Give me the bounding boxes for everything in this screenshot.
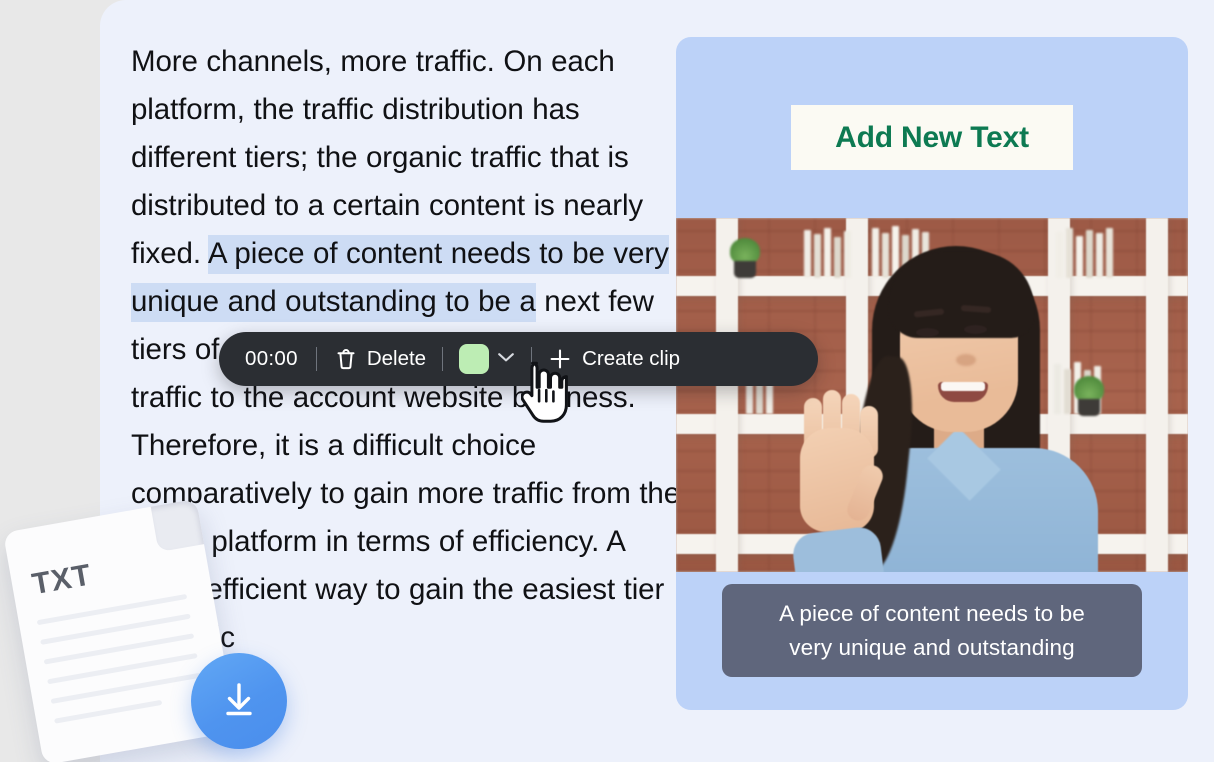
plus-icon — [548, 347, 572, 371]
document-text-lines — [36, 593, 208, 739]
plant-top-left — [728, 232, 762, 278]
toolbar-divider-1 — [315, 347, 317, 371]
caption-line-2: very unique and outstanding — [789, 634, 1075, 660]
page-fold-corner — [150, 498, 205, 553]
waving-hand — [790, 380, 890, 572]
clip-toolbar: 00:00 Delete Create clip — [219, 332, 818, 386]
video-caption-overlay[interactable]: A piece of content needs to be very uniq… — [722, 584, 1142, 677]
person-subject — [790, 236, 1106, 572]
txt-file-type-label: TXT — [29, 558, 95, 602]
caption-line-1: A piece of content needs to be — [779, 600, 1085, 626]
txt-file-widget[interactable]: TXT — [2, 498, 287, 762]
timecode-label: 00:00 — [245, 347, 298, 370]
delete-label: Delete — [366, 347, 427, 370]
create-clip-label: Create clip — [582, 347, 681, 370]
delete-button[interactable]: Delete — [335, 347, 426, 371]
chevron-down-icon[interactable] — [497, 350, 515, 368]
toolbar-divider-2 — [442, 347, 444, 371]
color-swatch[interactable] — [459, 344, 490, 374]
video-frame-photo — [676, 218, 1188, 572]
create-clip-button[interactable]: Create clip — [548, 347, 680, 371]
add-new-text-label: Add New Text — [835, 120, 1029, 154]
add-new-text-button[interactable]: Add New Text — [791, 105, 1073, 170]
download-arrow-icon — [217, 677, 261, 726]
color-picker[interactable] — [459, 344, 515, 374]
app-root: More channels, more traffic. On each pla… — [0, 0, 1214, 762]
trash-icon — [335, 347, 357, 371]
toolbar-divider-3 — [531, 347, 533, 371]
editor-panel: More channels, more traffic. On each pla… — [100, 0, 1214, 762]
download-button[interactable] — [191, 653, 287, 749]
